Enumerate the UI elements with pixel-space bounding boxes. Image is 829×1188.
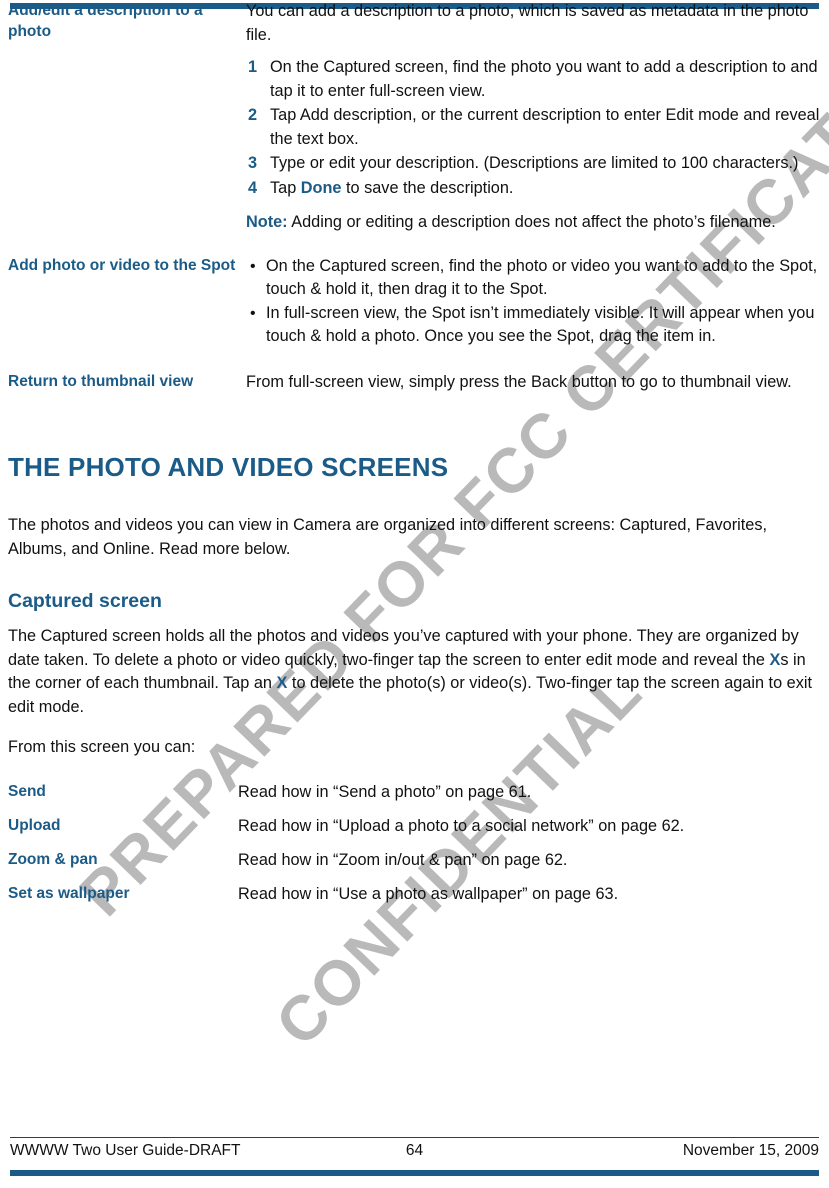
spacer-cell — [246, 235, 821, 255]
delete-x-glyph: X — [769, 650, 781, 669]
reference-term: Zoom & pan — [8, 850, 98, 868]
spacer-row — [8, 349, 821, 371]
bullet-text: On the Captured screen, find the photo o… — [266, 256, 818, 299]
footer-document-title: WWWW Two User Guide-DRAFT — [10, 1142, 241, 1159]
numbered-steps: 1 On the Captured screen, find the photo… — [246, 56, 821, 200]
definition-list: Add/edit a description to a photo You ca… — [8, 0, 821, 394]
definition-term-cell: Return to thumbnail view — [8, 371, 246, 395]
reference-description: Read how in “Zoom in/out & pan” on page … — [238, 850, 568, 869]
definition-body: From full-screen view, simply press the … — [246, 372, 792, 391]
bottom-rule — [10, 1170, 819, 1176]
note-text: Adding or editing a description does not… — [287, 213, 776, 231]
definition-row: Return to thumbnail view From full-scree… — [8, 371, 821, 395]
step-text-pre: Tap — [270, 178, 301, 197]
step-item: 2 Tap Add description, or the current de… — [246, 104, 821, 151]
step-item: 4 Tap Done to save the description. — [246, 177, 821, 201]
page-content: Add/edit a description to a photo You ca… — [8, 0, 821, 917]
spacer-cell — [8, 349, 246, 371]
definition-term: Add/edit a description to a photo — [8, 2, 203, 40]
definition-term: Add photo or video to the Spot — [8, 256, 236, 274]
step-item: 3 Type or edit your description. (Descri… — [246, 152, 821, 176]
table-row: Set as wallpaper Read how in “Use a phot… — [8, 883, 821, 917]
table-row: Send Read how in “Send a photo” on page … — [8, 781, 821, 815]
definition-intro: You can add a description to a photo, wh… — [246, 2, 809, 44]
paragraph-part-1: The Captured screen holds all the photos… — [8, 627, 799, 669]
section-intro: The photos and videos you can view in Ca… — [8, 516, 768, 558]
document-page: PREPARED FOR FCC CERTIFICATION CONFIDENT… — [0, 0, 829, 1188]
reference-term: Send — [8, 782, 46, 800]
table-row: Zoom & pan Read how in “Zoom in/out & pa… — [8, 849, 821, 883]
definition-term-cell: Add/edit a description to a photo — [8, 0, 246, 235]
subsection-heading: Captured screen — [8, 590, 162, 612]
definition-body-cell: You can add a description to a photo, wh… — [246, 0, 821, 235]
spacer-row — [8, 235, 821, 255]
definition-body-cell: • On the Captured screen, find the photo… — [246, 255, 821, 349]
section-heading: THE PHOTO AND VIDEO SCREENS — [8, 452, 449, 482]
bullet-list: • On the Captured screen, find the photo… — [246, 255, 821, 349]
step-number: 2 — [248, 106, 258, 124]
footer-page-number: 64 — [405, 1142, 424, 1159]
step-number: 1 — [248, 58, 258, 76]
delete-x-glyph: X — [276, 674, 288, 692]
spacer-cell — [8, 235, 246, 255]
footer-divider — [10, 1137, 819, 1138]
bullet-text: In full-screen view, the Spot isn’t imme… — [266, 303, 815, 346]
spacer-cell — [246, 349, 821, 371]
reference-description: Read how in “Use a photo as wallpaper” o… — [238, 884, 619, 903]
step-item: 1 On the Captured screen, find the photo… — [246, 56, 821, 103]
reference-term: Set as wallpaper — [8, 884, 130, 902]
bullet-item: • In full-screen view, the Spot isn’t im… — [246, 302, 821, 349]
definition-row: Add photo or video to the Spot • On the … — [8, 255, 821, 349]
note-paragraph: Note: Adding or editing a description do… — [246, 211, 821, 235]
reference-term: Upload — [8, 816, 61, 834]
reference-description: Read how in “Upload a photo to a social … — [238, 816, 685, 835]
step-text: Type or edit your description. (Descript… — [270, 154, 799, 172]
bullet-dot-icon: • — [250, 257, 256, 275]
done-label: Done — [300, 178, 342, 197]
reference-description: Read how in “Send a photo” on page 61. — [238, 782, 532, 801]
reference-table: Send Read how in “Send a photo” on page … — [8, 781, 821, 917]
bullet-item: • On the Captured screen, find the photo… — [246, 255, 821, 302]
step-text: Tap Add description, or the current desc… — [270, 106, 820, 148]
step-text-post: to save the description. — [341, 178, 514, 197]
step-number: 3 — [248, 154, 258, 172]
note-label: Note: — [246, 213, 288, 231]
subsection-paragraph: The Captured screen holds all the photos… — [8, 625, 821, 719]
step-text: On the Captured screen, find the photo y… — [270, 58, 818, 100]
step-number: 4 — [248, 178, 258, 197]
definition-term-cell: Add photo or video to the Spot — [8, 255, 246, 349]
definition-row: Add/edit a description to a photo You ca… — [8, 0, 821, 235]
footer-date: November 15, 2009 — [682, 1142, 819, 1159]
definition-body-cell: From full-screen view, simply press the … — [246, 371, 821, 395]
definition-term: Return to thumbnail view — [8, 372, 194, 390]
table-row: Upload Read how in “Upload a photo to a … — [8, 815, 821, 849]
page-footer: WWWW Two User Guide-DRAFT 64 November 15… — [10, 1142, 819, 1166]
bullet-dot-icon: • — [250, 304, 256, 322]
lead-in-text: From this screen you can: — [8, 738, 196, 756]
